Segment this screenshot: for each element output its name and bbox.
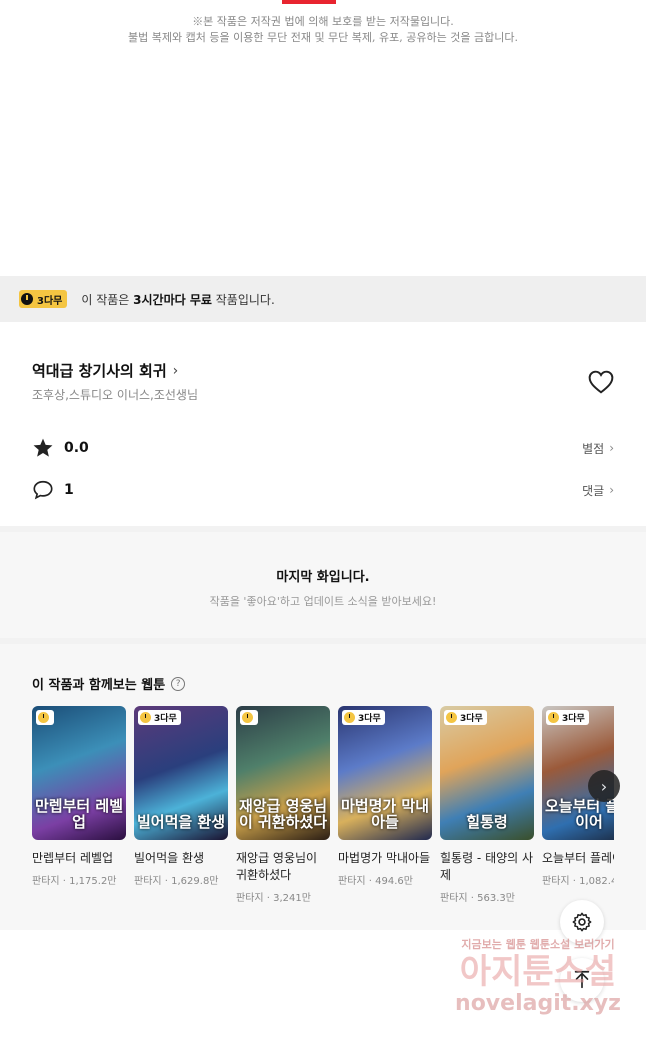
- comment-icon: [33, 480, 53, 500]
- webtoon-thumbnail: 3다무빌어먹을 환생: [134, 706, 228, 840]
- webtoon-meta: 판타지 · 1,082.4만: [542, 876, 614, 887]
- copyright-notice: ※본 작품은 저작권 법에 의해 보호를 받는 저작물입니다. 불법 복제와 캡…: [0, 14, 646, 46]
- webtoon-card[interactable]: 3다무힐통령힐통령 - 태양의 사제판타지 · 563.3만: [440, 706, 534, 904]
- wait-free-badge-label: 3다무: [154, 714, 177, 724]
- banner-bold: 3시간마다 무료: [133, 292, 212, 307]
- thumbnail-title-art: 만렙부터 레벨업: [34, 797, 124, 831]
- webtoon-thumbnail: 만렙부터 레벨업: [32, 706, 126, 840]
- gear-icon: [572, 912, 592, 932]
- thumbnail-title-art: 오늘부터 플레이어: [544, 797, 614, 831]
- clock-icon: [242, 712, 253, 723]
- webtoon-thumbnail: 3다무마법명가 막내아들: [338, 706, 432, 840]
- chevron-right-icon: ›: [600, 776, 608, 796]
- comments-link-label: 댓글: [582, 483, 605, 498]
- clock-icon: [548, 712, 559, 723]
- recommend-title-text: 이 작품과 함께보는 웹툰: [32, 678, 166, 693]
- work-title-link[interactable]: 역대급 창기사의 회귀 ›: [32, 360, 178, 381]
- watermark-line-1: 지금보는 웹툰 웹툰소설 보러가기: [461, 938, 615, 951]
- comments-row: 1 댓글 ›: [32, 476, 614, 504]
- work-authors: 조후상,스튜디오 이너스,조선생님: [32, 388, 199, 402]
- wait-free-badge: 3다무: [19, 290, 68, 308]
- webtoon-title: 힐통령 - 태양의 사제: [440, 851, 534, 882]
- clock-icon: [446, 712, 457, 723]
- work-info-panel: 역대급 창기사의 회귀 › 조후상,스튜디오 이너스,조선생님 0.0 별점 ›…: [0, 322, 646, 526]
- wait-free-badge: [240, 710, 258, 725]
- wait-free-badge: 3다무: [546, 710, 589, 725]
- thumbnail-title-art: 힐통령: [466, 813, 508, 831]
- chevron-right-icon: ›: [609, 441, 614, 455]
- comment-count: 1: [64, 482, 74, 498]
- rating-link-label: 별점: [582, 441, 605, 456]
- last-episode-sub: 작품을 '좋아요'하고 업데이트 소식을 받아보세요!: [209, 595, 437, 608]
- webtoon-meta: 판타지 · 563.3만: [440, 893, 515, 904]
- webtoon-card[interactable]: 만렙부터 레벨업 만렙부터 레벨업 판타지 · 1,175.2만: [32, 706, 126, 887]
- top-accent-bar: [282, 0, 336, 4]
- banner-text: 이 작품은 3시간마다 무료 작품입니다.: [81, 291, 274, 308]
- webtoon-title: 오늘부터 플레이어: [542, 851, 614, 865]
- work-title: 역대급 창기사의 회귀: [32, 362, 167, 380]
- watermark: 지금보는 웹툰 웹툰소설 보러가기 아지툰소설 novelagit.xyz: [438, 936, 638, 1036]
- recommend-section: 이 작품과 함께보는 웹툰 ? 만렙부터 레벨업 만렙부터 레벨업 판타지 · 1,…: [0, 644, 646, 930]
- webtoon-title: 만렙부터 레벨업: [32, 851, 114, 865]
- clock-icon: [38, 712, 49, 723]
- webtoon-meta: 판타지 · 1,175.2만: [32, 876, 117, 887]
- webtoon-meta: 판타지 · 3,241만: [236, 893, 311, 904]
- webtoon-title: 재앙급 영웅님이 귀환하셨다: [236, 851, 318, 882]
- rating-value: 0.0: [64, 440, 89, 456]
- carousel-next-button[interactable]: ›: [588, 770, 620, 802]
- rating-row: 0.0 별점 ›: [32, 434, 614, 462]
- banner-suffix: 작품입니다.: [211, 292, 275, 307]
- wait-free-badge: 3다무: [342, 710, 385, 725]
- banner-prefix: 이 작품은: [81, 292, 134, 307]
- recommend-title: 이 작품과 함께보는 웹툰 ?: [32, 674, 186, 693]
- clock-icon: [344, 712, 355, 723]
- wait-free-badge: 3다무: [138, 710, 181, 725]
- webtoon-title: 마법명가 막내아들: [338, 851, 431, 865]
- free-banner: 3다무 이 작품은 3시간마다 무료 작품입니다.: [0, 276, 646, 322]
- webtoon-card[interactable]: 재앙급 영웅님이 귀환하셨다 재앙급 영웅님이 귀환하셨다 판타지 · 3,241만: [236, 706, 330, 904]
- clock-icon: [140, 712, 151, 723]
- thumbnail-title-art: 재앙급 영웅님이 귀환하셨다: [238, 797, 328, 831]
- recommend-carousel: 만렙부터 레벨업 만렙부터 레벨업 판타지 · 1,175.2만 3다무 빌어먹을 환생…: [32, 706, 614, 906]
- chevron-right-icon: ›: [609, 483, 614, 497]
- rating-link[interactable]: 별점 ›: [582, 440, 614, 457]
- watermark-line-2: 아지툰소설: [459, 952, 617, 992]
- copyright-line-2: 불법 복제와 캡처 등을 이용한 무단 전재 및 무단 복제, 유포, 공유하는…: [128, 31, 518, 44]
- chevron-right-icon: ›: [172, 362, 179, 379]
- webtoon-title: 빌어먹을 환생: [134, 851, 205, 865]
- wait-free-badge-label: 3다무: [562, 714, 585, 724]
- clock-icon: [21, 293, 33, 305]
- wait-free-badge: [36, 710, 54, 725]
- heart-icon[interactable]: [588, 370, 614, 394]
- wait-free-badge-label: 3다무: [460, 714, 483, 724]
- last-episode-heading: 마지막 화입니다.: [276, 570, 370, 585]
- wait-free-badge-label: 3다무: [37, 295, 63, 307]
- star-icon: [33, 438, 53, 457]
- webtoon-thumbnail: 재앙급 영웅님이 귀환하셨다: [236, 706, 330, 840]
- webtoon-meta: 판타지 · 494.6만: [338, 876, 413, 887]
- webtoon-card[interactable]: 3다무 빌어먹을 환생 빌어먹을 환생 판타지 · 1,629.8만: [134, 706, 228, 887]
- last-episode-notice: 마지막 화입니다. 작품을 '좋아요'하고 업데이트 소식을 받아보세요!: [0, 532, 646, 638]
- wait-free-badge-label: 3다무: [358, 714, 381, 724]
- copyright-line-1: ※본 작품은 저작권 법에 의해 보호를 받는 저작물입니다.: [192, 15, 454, 28]
- webtoon-meta: 판타지 · 1,629.8만: [134, 876, 219, 887]
- webtoon-card[interactable]: 3다무 마법명가 막내아들 마법명가 막내아들 판타지 · 494.6만: [338, 706, 432, 887]
- thumbnail-title-art: 마법명가 막내아들: [340, 797, 430, 831]
- wait-free-badge: 3다무: [444, 710, 487, 725]
- help-icon[interactable]: ?: [171, 676, 186, 691]
- webtoon-thumbnail: 3다무힐통령: [440, 706, 534, 840]
- comments-link[interactable]: 댓글 ›: [582, 482, 614, 499]
- watermark-line-3: novelagit.xyz: [455, 991, 621, 1016]
- thumbnail-title-art: 빌어먹을 환생: [136, 813, 226, 831]
